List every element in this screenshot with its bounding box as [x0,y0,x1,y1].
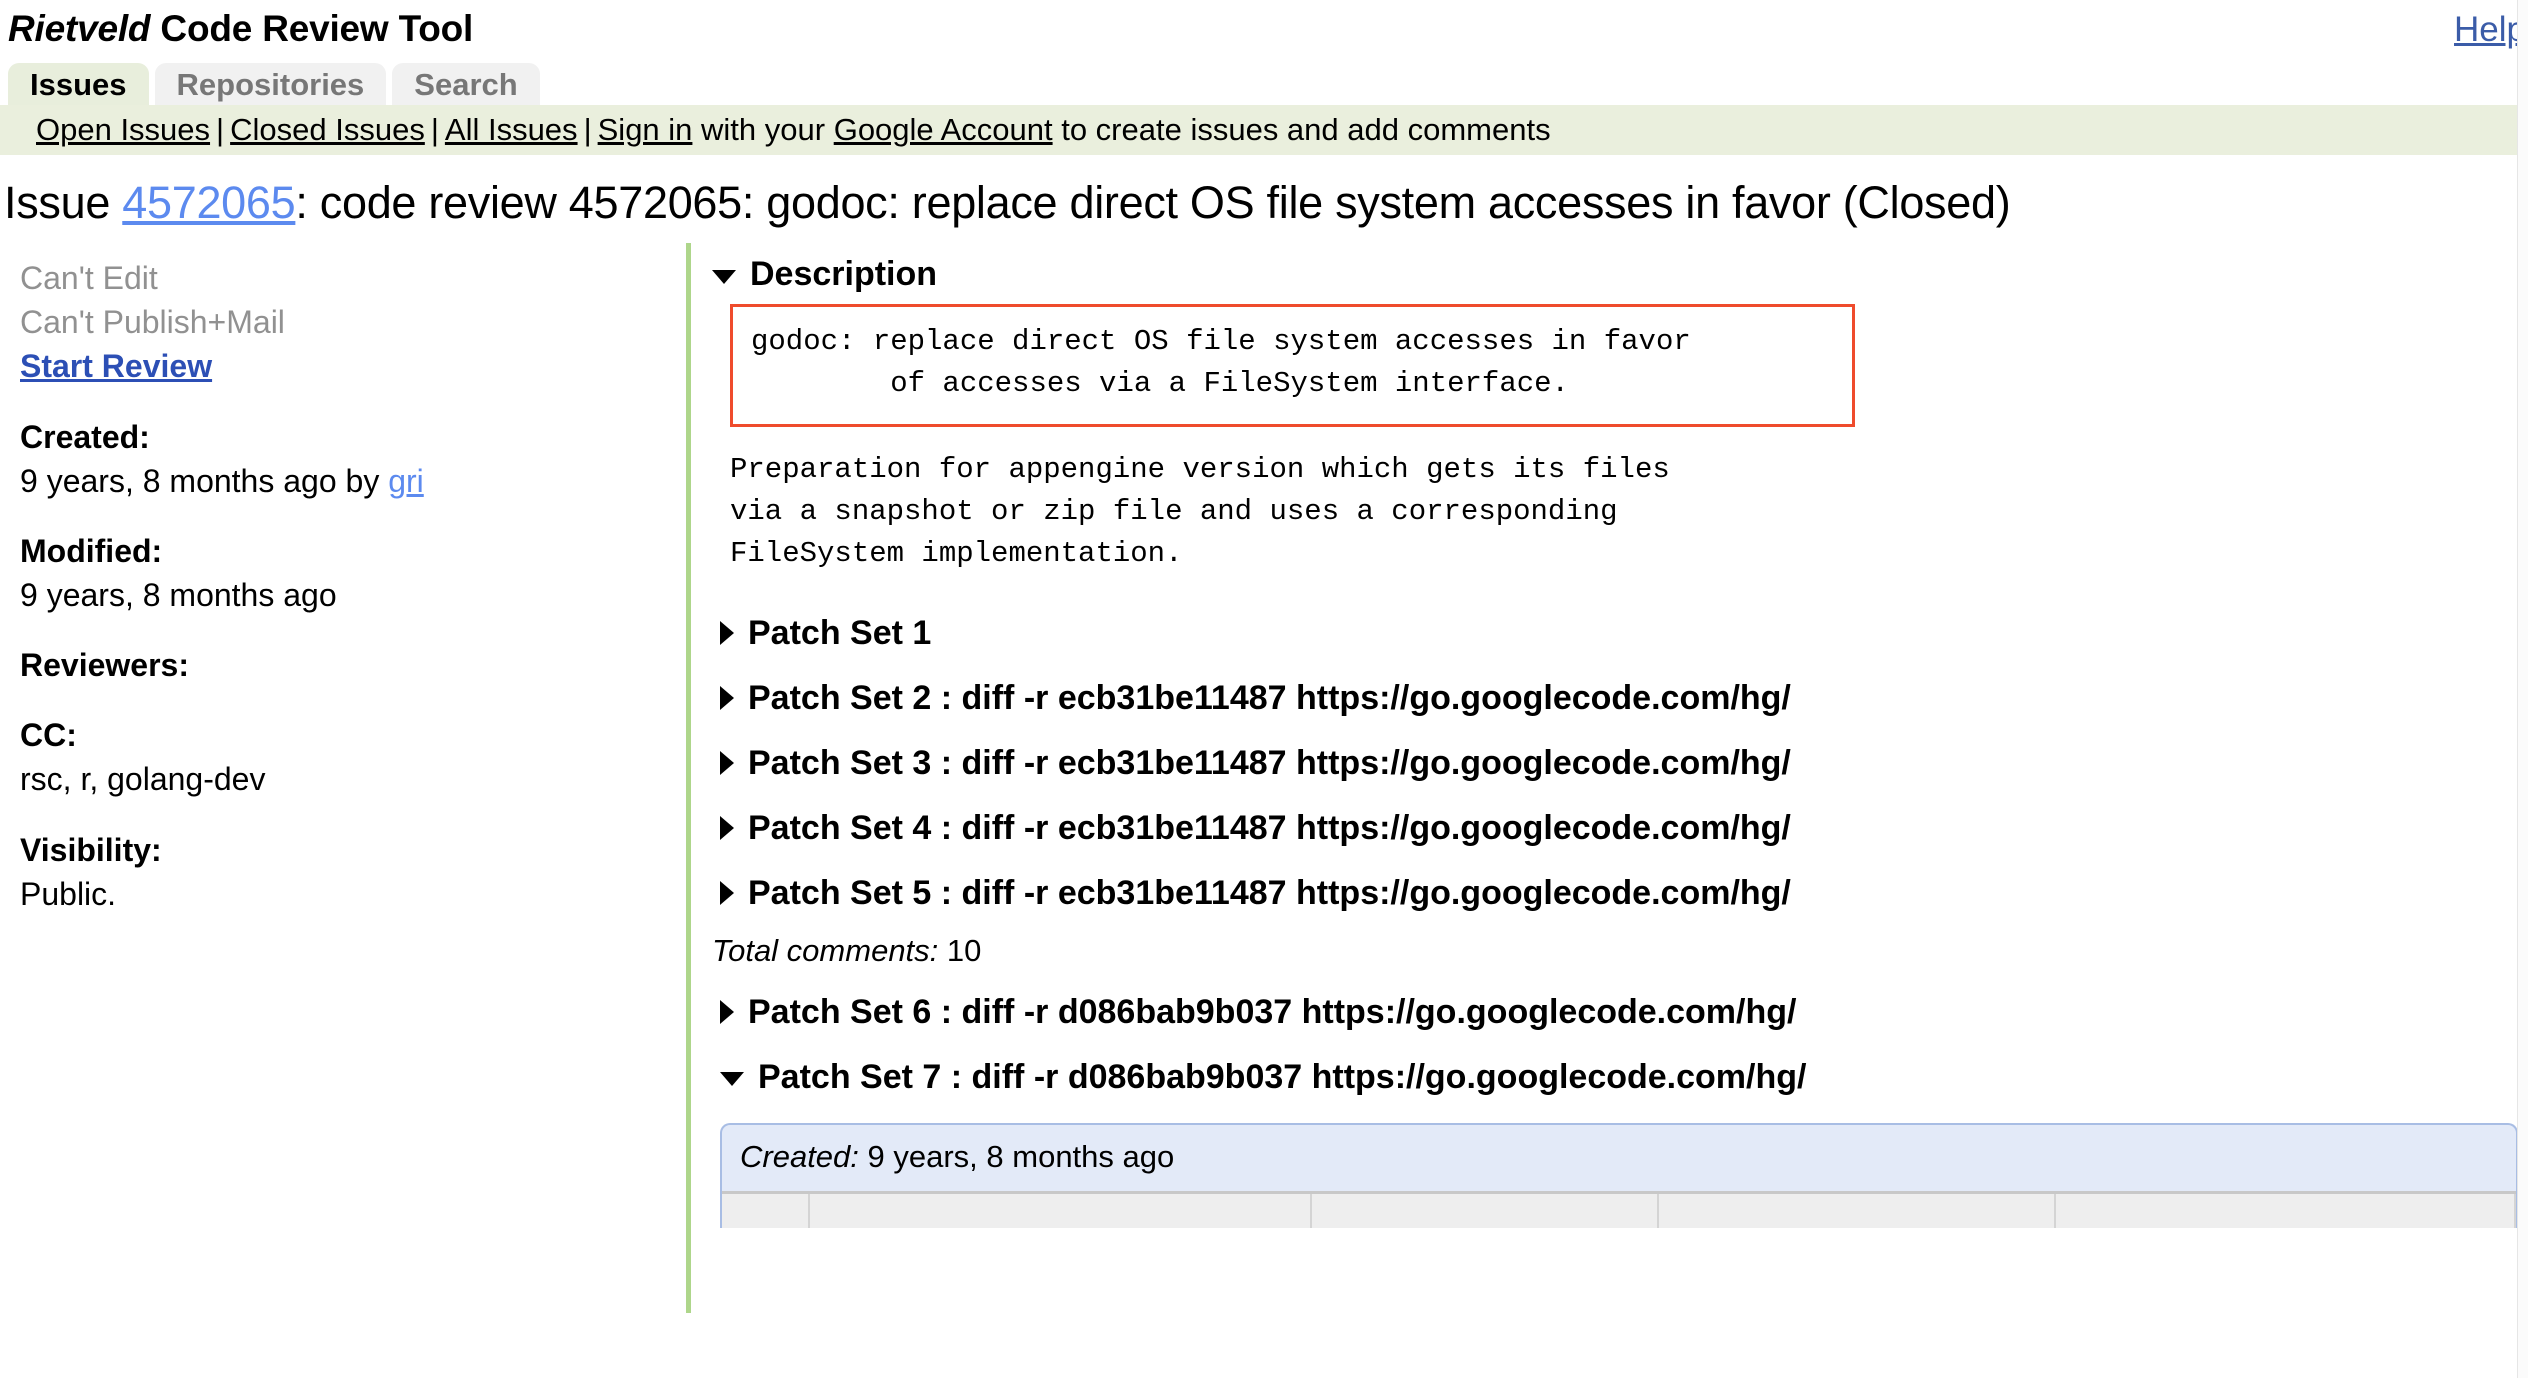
patch-set-row-2[interactable]: Patch Set 2 : diff -r ecb31be11487 https… [720,679,2518,718]
nav-link-all-issues[interactable]: All Issues [445,112,578,147]
chevron-right-icon[interactable] [720,881,734,906]
table-col-comments [1311,1190,1659,1228]
patch-set-label: Patch Set 7 : diff -r d086bab9b037 https… [758,1057,1807,1096]
table-col-status [722,1190,810,1228]
cc-label: CC: [20,717,77,754]
chevron-down-icon[interactable] [712,269,736,284]
created-relative-time: 9 years, 8 months ago by [20,462,389,499]
tab-repositories[interactable]: Repositories [154,63,387,105]
issue-title-prefix: Issue [4,177,123,228]
page-title: Issue 4572065: code review 4572065: godo… [0,155,2528,243]
issue-body: Can't Edit Can't Publish+Mail Start Revi… [0,243,2528,1313]
patch-set-row-3[interactable]: Patch Set 3 : diff -r ecb31be11487 https… [720,744,2518,783]
table-col-extra [2055,1190,2516,1228]
patch-set-label: Patch Set 6 : diff -r d086bab9b037 https… [748,992,1797,1031]
help-link[interactable]: Help [2454,10,2526,50]
visibility-label: Visibility: [20,831,162,868]
issue-sidebar: Can't Edit Can't Publish+Mail Start Revi… [0,243,680,916]
patch-set-label: Patch Set 5 : diff -r ecb31be11487 https… [748,873,1791,912]
app-brand-name: Rietveld [8,8,151,49]
tab-search[interactable]: Search [392,63,540,105]
reviewers-label: Reviewers: [20,647,189,684]
modified-label: Modified: [20,532,163,569]
chevron-down-icon[interactable] [720,1072,744,1087]
created-block: Created: 9 years, 8 months ago by gri [20,415,680,503]
patch-set-row-6[interactable]: Patch Set 6 : diff -r d086bab9b037 https… [720,993,2518,1032]
description-section-header[interactable]: Description [712,255,2518,294]
description-summary-box: godoc: replace direct OS file system acc… [730,304,1855,427]
description-heading: Description [750,255,938,293]
total-comments-count: 10 [946,932,982,968]
tab-bar: Issues Repositories Search [0,63,2528,105]
table-col-diff [1658,1190,2056,1228]
patch-set-row-5[interactable]: Patch Set 5 : diff -r ecb31be11487 https… [720,874,2518,913]
patch-set-created-line: Created: 9 years, 8 months ago [722,1125,2516,1191]
issue-main: Description godoc: replace direct OS fil… [712,243,2518,1228]
nav-text-tail: to create issues and add comments [1052,112,1551,147]
app-title-rest: Code Review Tool [150,8,474,49]
nav-link-open-issues[interactable]: Open Issues [36,112,210,147]
issue-number-link[interactable]: 4572065 [122,177,295,228]
table-header-row [722,1190,2516,1228]
patch-set-label: Patch Set 2 : diff -r ecb31be11487 https… [748,678,1791,717]
cc-value: rsc, r, golang-dev [20,761,266,798]
nav-strip: Open Issues | Closed Issues | All Issues | Sig… [0,105,2528,155]
cc-block: CC: rsc, r, golang-dev [20,713,680,801]
nav-separator-2: | [430,112,439,147]
total-comments-label: Total comments: [712,932,939,968]
chevron-right-icon[interactable] [720,1000,734,1025]
created-value: 9 years, 8 months ago by gri [20,459,680,503]
patch-set-created-label: Created: [740,1138,859,1174]
patch-set-row-1[interactable]: Patch Set 1 [720,614,2518,653]
nav-separator-3: | [583,112,592,147]
tab-issues[interactable]: Issues [8,63,149,105]
issue-title-rest: : code review 4572065: godoc: replace di… [295,177,2011,228]
app-title: Rietveld Code Review Tool [8,8,473,50]
masthead: Rietveld Code Review Tool Help [0,0,2528,63]
reviewers-block: Reviewers: [20,643,680,687]
modified-block: Modified: 9 years, 8 months ago [20,529,680,617]
table-col-filename [809,1190,1312,1228]
chevron-right-icon[interactable] [720,751,734,776]
column-divider [686,243,691,1313]
chevron-right-icon[interactable] [720,621,734,646]
start-review-link[interactable]: Start Review [20,345,212,389]
visibility-block: Visibility: Public. [20,828,680,916]
patch-set-label: Patch Set 3 : diff -r ecb31be11487 https… [748,743,1791,782]
created-author-link[interactable]: gri [388,463,424,499]
modified-value: 9 years, 8 months ago [20,577,337,614]
nav-link-google-account[interactable]: Google Account [834,112,1053,147]
description-body-text: Preparation for appengine version which … [730,452,1670,571]
chevron-right-icon[interactable] [720,686,734,711]
chevron-right-icon[interactable] [720,816,734,841]
cant-publish-mail-label: Can't Publish+Mail [20,303,285,340]
patch-set-detail-panel: Created: 9 years, 8 months ago [720,1122,2518,1228]
nav-text-with-your: with your [692,112,834,147]
patch-set-label: Patch Set 1 [748,613,932,652]
patch-set-row-4[interactable]: Patch Set 4 : diff -r ecb31be11487 https… [720,809,2518,848]
nav-separator-1: | [216,112,225,147]
page-scrollbar[interactable] [2517,0,2528,1378]
patch-set-created-value: 9 years, 8 months ago [858,1138,1175,1174]
total-comments: Total comments: 10 [712,933,2518,969]
nav-link-closed-issues[interactable]: Closed Issues [230,112,425,147]
patch-set-label: Patch Set 4 : diff -r ecb31be11487 https… [748,808,1791,847]
visibility-value: Public. [20,875,117,912]
created-label: Created: [20,418,150,455]
cant-edit-label: Can't Edit [20,260,158,296]
patch-set-row-7[interactable]: Patch Set 7 : diff -r d086bab9b037 https… [720,1058,2518,1097]
patch-set-list: Patch Set 1 Patch Set 2 : diff -r ecb31b… [712,614,2518,1097]
patch-set-file-table [722,1190,2516,1228]
nav-link-sign-in[interactable]: Sign in [598,112,693,147]
